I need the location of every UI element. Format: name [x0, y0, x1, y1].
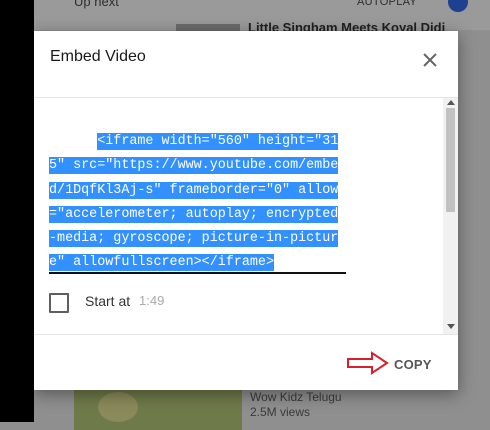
up-next-label: Up next	[74, 0, 119, 9]
start-at-time[interactable]: 1:49	[139, 293, 164, 308]
start-at-label: Start at	[85, 293, 131, 309]
scroll-down-icon[interactable]	[447, 324, 455, 329]
annotation-arrow-icon	[347, 351, 389, 375]
background-sidebar	[458, 30, 490, 390]
autoplay-label: AUTOPLAY	[357, 0, 418, 8]
video-player-area	[0, 0, 34, 422]
textarea-underline	[49, 272, 346, 274]
close-button[interactable]	[418, 48, 442, 72]
dialog-title: Embed Video	[50, 48, 146, 65]
scroll-up-icon[interactable]	[447, 100, 455, 105]
bottom-video-channel[interactable]: Wow Kidz Telugu	[250, 390, 342, 404]
embed-code-text[interactable]: <iframe width="560" height="315" src="ht…	[49, 133, 339, 272]
copy-button[interactable]: COPY	[386, 353, 440, 376]
embed-code-textarea[interactable]: <iframe width="560" height="315" src="ht…	[49, 106, 345, 300]
embed-video-dialog: Embed Video <iframe width="560" height="…	[34, 31, 458, 390]
start-at-checkbox[interactable]	[49, 293, 69, 313]
scrollbar-thumb[interactable]	[446, 108, 455, 212]
close-icon	[423, 53, 437, 67]
embed-scroll-area[interactable]: <iframe width="560" height="315" src="ht…	[34, 97, 458, 335]
bottom-video-views: 2.5M views	[250, 405, 311, 419]
thumbnail-character	[98, 392, 138, 422]
scrollbar[interactable]	[443, 98, 458, 334]
